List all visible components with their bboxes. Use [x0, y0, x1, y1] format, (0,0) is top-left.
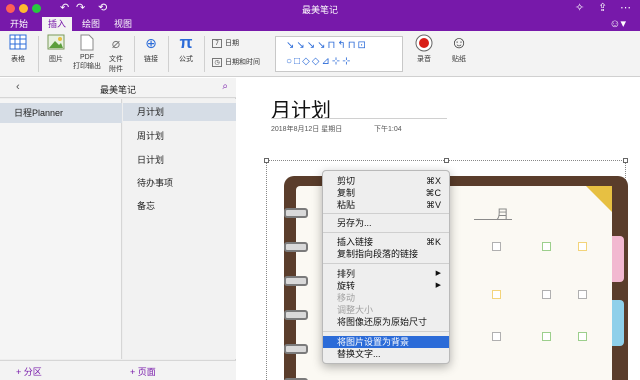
planner-tab-pink: [612, 236, 624, 282]
menu-item-copy[interactable]: 复制 ⌘C: [323, 187, 449, 199]
add-section-button[interactable]: + 分区: [16, 365, 42, 378]
search-icon[interactable]: ⌕: [222, 81, 228, 92]
calendar-cell: [542, 332, 551, 341]
menu-item-resize: 调整大小: [337, 305, 374, 315]
month-label: 月: [496, 207, 510, 222]
ribbon-insert: 表格 图片 PDF 打印输出 ⌀ 文件 附件 ⊕ 链接 π 公式 7 日期 ◷ 日期…: [0, 31, 640, 77]
notebook-header: ‹ 最美笔记 ⌕: [0, 78, 236, 98]
menu-item-insert-link[interactable]: 插入链接 ⌘K: [323, 236, 449, 248]
menu-separator: [323, 331, 449, 332]
menu-item-copy-paragraph-link[interactable]: 复制指向段落的链接: [323, 248, 449, 260]
binder-ring: [284, 276, 308, 286]
insert-pdf-printout-button[interactable]: PDF 打印输出: [72, 34, 102, 71]
feedback-smiley-icon[interactable]: ☺▾: [609, 17, 626, 30]
sticker-smiley-icon: ☺: [450, 33, 468, 52]
calendar-cell: [542, 290, 551, 299]
record-audio-button[interactable]: 录音: [412, 34, 436, 64]
calendar-cell: [492, 242, 501, 251]
more-icon[interactable]: ⋯: [620, 1, 631, 14]
shapes-gallery[interactable]: ↘↘↘↘⊓↰⊓⊡ ○□◇◇⊿⊹⊹: [275, 36, 403, 72]
menu-item-paste[interactable]: 粘贴 ⌘V: [323, 199, 449, 211]
page-item-daily[interactable]: 日计划: [123, 151, 236, 169]
page-item-weekly[interactable]: 周计划: [123, 127, 236, 145]
ribbon-tab-bar: 开始 插入 绘图 视图 ☺▾: [0, 17, 640, 31]
insert-sticker-button[interactable]: ☺ 贴纸: [447, 34, 471, 64]
notebook-navigation: ‹ 最美笔记 ⌕ 日程Planner 月计划 周计划 日计划 待办事项 备忘 +…: [0, 78, 236, 380]
page-list: 月计划 周计划 日计划 待办事项 备忘: [123, 99, 236, 359]
resize-handle-top-left[interactable]: [264, 158, 269, 163]
binder-ring: [284, 344, 308, 354]
insert-equation-button[interactable]: π 公式: [174, 34, 198, 64]
menu-item-rotate[interactable]: 旋转 ▶: [323, 280, 449, 292]
calendar-icon: 7: [212, 39, 222, 48]
submenu-arrow-icon: ▶: [435, 282, 441, 289]
resize-handle-top[interactable]: [444, 158, 449, 163]
insert-date-time-button[interactable]: ◷ 日期和时间: [212, 57, 274, 67]
calendar-cell: [492, 290, 501, 299]
paperclip-icon: ⌀: [111, 35, 121, 51]
section-list: 日程Planner: [0, 99, 122, 359]
window-title: 最美笔记: [301, 5, 338, 15]
tab-view[interactable]: 视图: [110, 17, 136, 31]
menu-item-alt-text[interactable]: 替换文字...: [323, 348, 449, 360]
page-item-todo[interactable]: 待办事项: [123, 174, 236, 192]
calendar-cell: [578, 242, 587, 251]
calendar-cell: [492, 332, 501, 341]
menu-separator: [323, 263, 449, 264]
sidebar-footer: + 分区 + 页面: [0, 360, 236, 380]
shapes-row-arrows[interactable]: ↘↘↘↘⊓↰⊓⊡: [286, 40, 368, 51]
planner-tab-blue: [612, 300, 624, 346]
insert-file-attachment-button[interactable]: ⌀ 文件 附件: [104, 34, 128, 74]
insert-table-button[interactable]: 表格: [6, 34, 30, 64]
picture-icon: [47, 34, 65, 52]
tab-draw[interactable]: 绘图: [78, 17, 104, 31]
globe-link-icon: ⊕: [145, 35, 157, 51]
page-item-monthly[interactable]: 月计划: [123, 103, 236, 121]
resize-handle-top-right[interactable]: [623, 158, 628, 163]
title-underline: [271, 118, 447, 119]
record-icon: [415, 34, 433, 52]
page-item-memo[interactable]: 备忘: [123, 197, 236, 215]
shapes-row-basic[interactable]: ○□◇◇⊿⊹⊹: [286, 56, 353, 67]
tab-home[interactable]: 开始: [6, 17, 32, 31]
pdf-icon: [78, 34, 96, 52]
title-bar: ↶ ↷ ⟲ 最美笔记 ✧ ⇪ ⋯: [0, 0, 640, 17]
tab-insert[interactable]: 插入: [42, 17, 72, 31]
insert-link-button[interactable]: ⊕ 链接: [139, 34, 163, 64]
menu-separator: [323, 232, 449, 233]
notebook-title: 最美笔记: [99, 85, 136, 95]
binder-ring: [284, 310, 308, 320]
menu-item-cut[interactable]: 剪切 ⌘X: [323, 175, 449, 187]
table-icon: [9, 34, 27, 52]
menu-item-restore-original-size[interactable]: 将图像还原为原始尺寸: [323, 316, 449, 328]
page-time: 下午1:04: [374, 126, 402, 133]
calendar-cell: [578, 332, 587, 341]
menu-item-save-as[interactable]: 另存为...: [323, 217, 449, 229]
insert-date-button[interactable]: 7 日期: [212, 38, 272, 48]
calendar-clock-icon: ◷: [212, 58, 222, 67]
binder-ring: [284, 242, 308, 252]
add-page-button[interactable]: + 页面: [130, 365, 156, 378]
menu-item-move: 移动: [337, 293, 356, 303]
page-date: 2018年8月12日 星期日: [271, 126, 343, 133]
pi-icon: π: [179, 33, 193, 52]
binder-ring: [284, 208, 308, 218]
corner-fold: [586, 186, 612, 212]
submenu-arrow-icon: ▶: [435, 270, 441, 277]
menu-item-arrange[interactable]: 排列 ▶: [323, 268, 449, 280]
menu-separator: [323, 213, 449, 214]
section-item-planner[interactable]: 日程Planner: [0, 103, 122, 123]
insert-picture-button[interactable]: 图片: [44, 34, 68, 64]
lightbulb-icon[interactable]: ✧: [575, 1, 584, 14]
calendar-cell: [578, 290, 587, 299]
share-icon[interactable]: ⇪: [598, 1, 607, 14]
calendar-cell: [542, 242, 551, 251]
image-context-menu: 剪切 ⌘X 复制 ⌘C 粘贴 ⌘V 另存为... 插入链接 ⌘K 复制指向段落的链接 排…: [322, 170, 450, 364]
menu-item-set-as-background[interactable]: 将图片设置为背景: [323, 336, 449, 348]
